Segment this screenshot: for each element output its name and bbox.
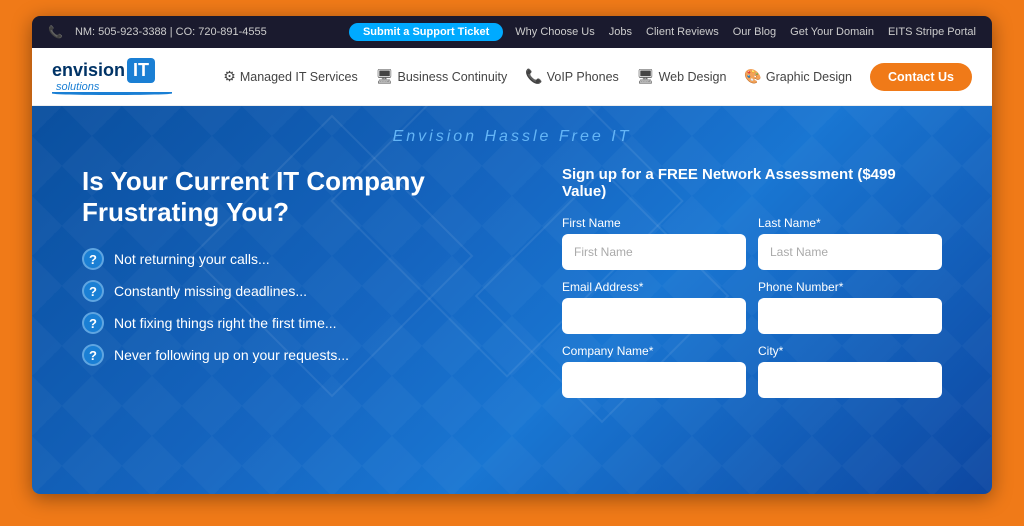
phone-icon: 📞 xyxy=(48,25,63,39)
top-bar-links: Why Choose Us Jobs Client Reviews Our Bl… xyxy=(515,26,976,38)
company-label: Company Name* xyxy=(562,344,746,358)
point-text-3: Not fixing things right the first time..… xyxy=(114,315,337,331)
nav-web-design[interactable]: 🖥 Web Design xyxy=(637,68,727,85)
point-icon-4: ? xyxy=(82,344,104,366)
city-label: City* xyxy=(758,344,942,358)
logo-it: IT xyxy=(127,58,155,83)
hero-point-2: ? Constantly missing deadlines... xyxy=(82,280,522,302)
firstname-label: First Name xyxy=(562,216,746,230)
submit-ticket-button[interactable]: Submit a Support Ticket xyxy=(349,23,503,41)
get-domain-link[interactable]: Get Your Domain xyxy=(790,26,874,38)
lastname-input[interactable] xyxy=(758,234,942,270)
lastname-label: Last Name* xyxy=(758,216,942,230)
hero-point-3: ? Not fixing things right the first time… xyxy=(82,312,522,334)
hero-headline: Is Your Current IT Company Frustrating Y… xyxy=(82,166,522,228)
stripe-portal-link[interactable]: EITS Stripe Portal xyxy=(888,26,976,38)
client-reviews-link[interactable]: Client Reviews xyxy=(646,26,719,38)
company-input[interactable] xyxy=(562,362,746,398)
form-title: Sign up for a FREE Network Assessment ($… xyxy=(562,166,942,200)
phone-number: NM: 505-923-3388 | CO: 720-891-4555 xyxy=(75,26,267,38)
managed-it-icon: ⚙ xyxy=(223,68,236,85)
hero-section: Envision Hassle Free IT Is Your Current … xyxy=(32,106,992,494)
email-label: Email Address* xyxy=(562,280,746,294)
business-continuity-icon: 🖥 xyxy=(376,68,394,85)
web-design-icon: 🖥 xyxy=(637,68,655,85)
nav-bar: envision IT solutions ⚙ Managed IT Servi… xyxy=(32,48,992,106)
form-row-contact: Email Address* Phone Number* xyxy=(562,280,942,334)
contact-us-button[interactable]: Contact Us xyxy=(870,63,972,91)
hero-points: ? Not returning your calls... ? Constant… xyxy=(82,248,522,366)
graphic-design-icon: 🎨 xyxy=(744,68,761,85)
point-icon-3: ? xyxy=(82,312,104,334)
nav-links: ⚙ Managed IT Services 🖥 Business Continu… xyxy=(223,63,972,91)
form-group-lastname: Last Name* xyxy=(758,216,942,270)
logo[interactable]: envision IT solutions xyxy=(52,58,212,95)
point-text-1: Not returning your calls... xyxy=(114,251,270,267)
city-input[interactable] xyxy=(758,362,942,398)
point-icon-2: ? xyxy=(82,280,104,302)
form-row-company: Company Name* City* xyxy=(562,344,942,398)
form-group-firstname: First Name xyxy=(562,216,746,270)
form-group-phone: Phone Number* xyxy=(758,280,942,334)
firstname-input[interactable] xyxy=(562,234,746,270)
logo-underline xyxy=(52,92,172,95)
phone-label: Phone Number* xyxy=(758,280,942,294)
jobs-link[interactable]: Jobs xyxy=(609,26,632,38)
point-text-4: Never following up on your requests... xyxy=(114,347,349,363)
point-text-2: Constantly missing deadlines... xyxy=(114,283,307,299)
hero-tagline: Envision Hassle Free IT xyxy=(32,106,992,146)
form-group-email: Email Address* xyxy=(562,280,746,334)
our-blog-link[interactable]: Our Blog xyxy=(733,26,776,38)
form-group-city: City* xyxy=(758,344,942,398)
hero-form: Sign up for a FREE Network Assessment ($… xyxy=(562,166,942,474)
hero-point-1: ? Not returning your calls... xyxy=(82,248,522,270)
hero-left: Is Your Current IT Company Frustrating Y… xyxy=(82,166,522,474)
form-group-company: Company Name* xyxy=(562,344,746,398)
form-row-name: First Name Last Name* xyxy=(562,216,942,270)
nav-managed-it[interactable]: ⚙ Managed IT Services xyxy=(223,68,357,85)
nav-graphic-design[interactable]: 🎨 Graphic Design xyxy=(744,68,852,85)
hero-point-4: ? Never following up on your requests... xyxy=(82,344,522,366)
nav-voip[interactable]: 📞 VoIP Phones xyxy=(525,68,619,85)
nav-business-continuity[interactable]: 🖥 Business Continuity xyxy=(376,68,508,85)
phone-input[interactable] xyxy=(758,298,942,334)
email-input[interactable] xyxy=(562,298,746,334)
why-choose-us-link[interactable]: Why Choose Us xyxy=(515,26,594,38)
logo-envision: envision xyxy=(52,60,125,81)
point-icon-1: ? xyxy=(82,248,104,270)
voip-icon: 📞 xyxy=(525,68,542,85)
top-bar: 📞 NM: 505-923-3388 | CO: 720-891-4555 Su… xyxy=(32,16,992,48)
hero-content: Is Your Current IT Company Frustrating Y… xyxy=(32,146,992,494)
